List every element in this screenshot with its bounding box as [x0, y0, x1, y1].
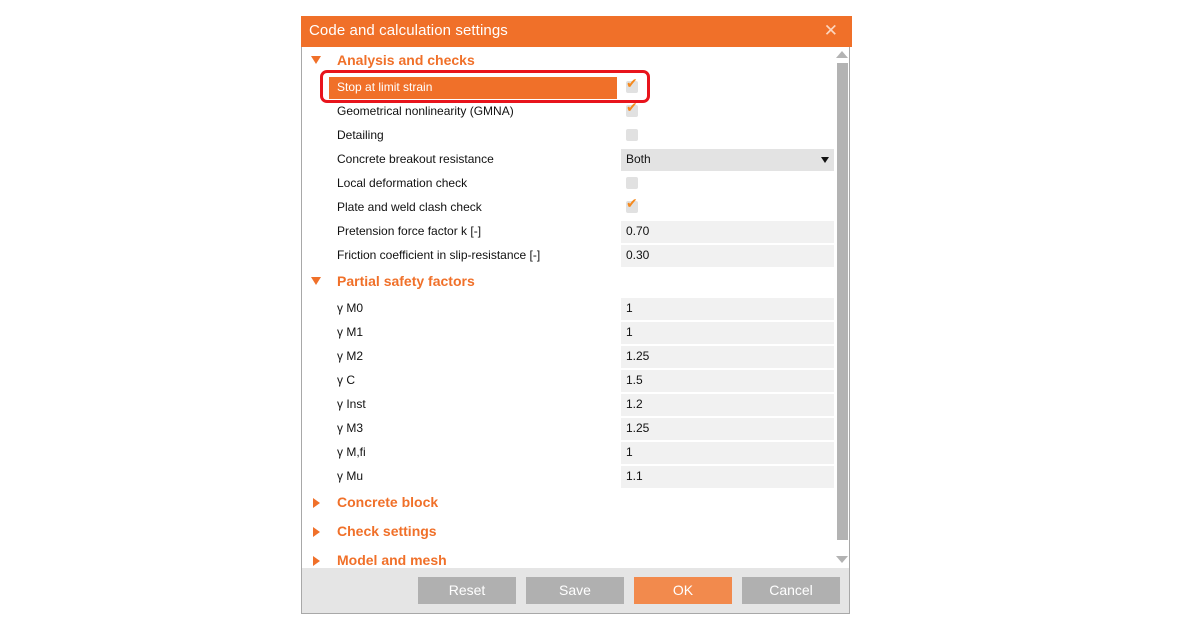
section-model-and-mesh[interactable]: Model and mesh — [302, 551, 822, 568]
dropdown-arrow-icon[interactable] — [821, 157, 829, 163]
row-label: γ C — [337, 373, 355, 387]
gamma-m1-input[interactable]: 1 — [621, 322, 834, 344]
settings-tree: Analysis and checks Stop at limit strain… — [302, 47, 836, 568]
input-value: 1.25 — [626, 421, 650, 435]
row-gamma-mu[interactable]: γ Mu 1.1 — [302, 466, 836, 488]
input-value: 1 — [626, 325, 633, 339]
scroll-up-arrow-icon[interactable] — [836, 51, 848, 58]
gmna-checkbox[interactable]: ✔ — [626, 100, 638, 117]
section-concrete-block[interactable]: Concrete block — [302, 493, 822, 515]
local-deformation-checkbox[interactable] — [626, 177, 638, 189]
scroll-thumb[interactable] — [837, 63, 848, 540]
row-gamma-m0[interactable]: γ M0 1 — [302, 298, 836, 320]
gamma-m3-input[interactable]: 1.25 — [621, 418, 834, 440]
concrete-breakout-select[interactable]: Both — [621, 149, 834, 171]
row-pretension-force-factor[interactable]: Pretension force factor k [-] 0.70 — [302, 221, 836, 243]
collapse-arrow-icon — [313, 498, 320, 508]
expand-arrow-icon — [311, 277, 321, 285]
row-friction-coefficient[interactable]: Friction coefficient in slip-resistance … — [302, 245, 836, 267]
row-label: Geometrical nonlinearity (GMNA) — [337, 104, 514, 118]
section-check-settings[interactable]: Check settings — [302, 522, 822, 544]
input-value: 0.30 — [626, 248, 650, 262]
input-value: 1.1 — [626, 469, 643, 483]
row-gamma-c[interactable]: γ C 1.5 — [302, 370, 836, 392]
checkmark-icon: ✔ — [626, 76, 638, 92]
row-gamma-m1[interactable]: γ M1 1 — [302, 322, 836, 344]
cancel-button[interactable]: Cancel — [742, 577, 840, 604]
row-label: Local deformation check — [337, 176, 468, 190]
reset-button[interactable]: Reset — [418, 577, 516, 604]
row-label: Plate and weld clash check — [337, 200, 482, 214]
row-gamma-m-fi[interactable]: γ M,fi 1 — [302, 442, 836, 464]
row-label: γ M3 — [337, 421, 364, 435]
row-label: γ M1 — [337, 325, 364, 339]
gamma-m0-input[interactable]: 1 — [621, 298, 834, 320]
checkmark-icon: ✔ — [626, 196, 638, 212]
section-label: Concrete block — [337, 494, 439, 510]
row-concrete-breakout-resistance[interactable]: Concrete breakout resistance Both — [302, 149, 836, 171]
input-value: 1.5 — [626, 373, 643, 387]
row-label: γ M0 — [337, 301, 364, 315]
input-value: 1.2 — [626, 397, 643, 411]
row-gamma-m3[interactable]: γ M3 1.25 — [302, 418, 836, 440]
row-label: γ Inst — [337, 397, 366, 411]
dialog-title: Code and calculation settings — [309, 22, 508, 39]
section-label: Analysis and checks — [337, 52, 475, 68]
dialog-titlebar: Code and calculation settings ✕ — [301, 16, 852, 47]
section-label: Check settings — [337, 523, 437, 539]
row-gamma-inst[interactable]: γ Inst 1.2 — [302, 394, 836, 416]
settings-dialog: Code and calculation settings ✕ Analysis… — [301, 16, 852, 614]
gamma-mu-input[interactable]: 1.1 — [621, 466, 834, 488]
section-partial-safety-factors[interactable]: Partial safety factors — [302, 272, 822, 294]
row-label: Stop at limit strain — [337, 80, 433, 94]
collapse-arrow-icon — [313, 527, 320, 537]
input-value: 1 — [626, 445, 633, 459]
input-value: 0.70 — [626, 224, 650, 238]
gamma-m2-input[interactable]: 1.25 — [621, 346, 834, 368]
friction-coefficient-input[interactable]: 0.30 — [621, 245, 834, 267]
row-label: Friction coefficient in slip-resistance … — [337, 248, 541, 262]
row-label: Concrete breakout resistance — [337, 152, 494, 166]
detailing-checkbox[interactable] — [626, 129, 638, 141]
collapse-arrow-icon — [313, 556, 320, 566]
ok-button[interactable]: OK — [634, 577, 732, 604]
stop-at-limit-strain-checkbox[interactable]: ✔ — [626, 76, 638, 93]
row-label: γ Mu — [337, 469, 364, 483]
plate-weld-clash-checkbox[interactable]: ✔ — [626, 196, 638, 213]
close-icon[interactable]: ✕ — [824, 21, 838, 41]
dialog-footer: Reset Save OK Cancel — [302, 568, 849, 613]
gamma-c-input[interactable]: 1.5 — [621, 370, 834, 392]
pretension-force-factor-input[interactable]: 0.70 — [621, 221, 834, 243]
row-label: γ M2 — [337, 349, 364, 363]
section-label: Partial safety factors — [337, 273, 475, 289]
checkmark-icon: ✔ — [626, 100, 638, 116]
row-gamma-m2[interactable]: γ M2 1.25 — [302, 346, 836, 368]
row-plate-weld-clash-check[interactable]: Plate and weld clash check ✔ — [302, 196, 836, 219]
expand-arrow-icon — [311, 56, 321, 64]
row-stop-at-limit-strain[interactable]: Stop at limit strain ✔ — [302, 76, 836, 99]
section-label: Model and mesh — [337, 552, 447, 568]
row-label: γ M,fi — [337, 445, 366, 459]
row-geometrical-nonlinearity[interactable]: Geometrical nonlinearity (GMNA) ✔ — [302, 100, 836, 123]
vertical-scrollbar[interactable] — [835, 47, 849, 567]
row-label: Detailing — [337, 128, 384, 142]
save-button[interactable]: Save — [526, 577, 624, 604]
gamma-m-fi-input[interactable]: 1 — [621, 442, 834, 464]
gamma-inst-input[interactable]: 1.2 — [621, 394, 834, 416]
row-label: Pretension force factor k [-] — [337, 224, 482, 238]
input-value: 1.25 — [626, 349, 650, 363]
section-analysis-and-checks[interactable]: Analysis and checks — [302, 51, 822, 73]
scroll-down-arrow-icon[interactable] — [836, 556, 848, 563]
row-local-deformation-check[interactable]: Local deformation check — [302, 173, 836, 195]
input-value: 1 — [626, 301, 633, 315]
row-detailing[interactable]: Detailing — [302, 125, 836, 147]
select-value: Both — [626, 152, 651, 166]
